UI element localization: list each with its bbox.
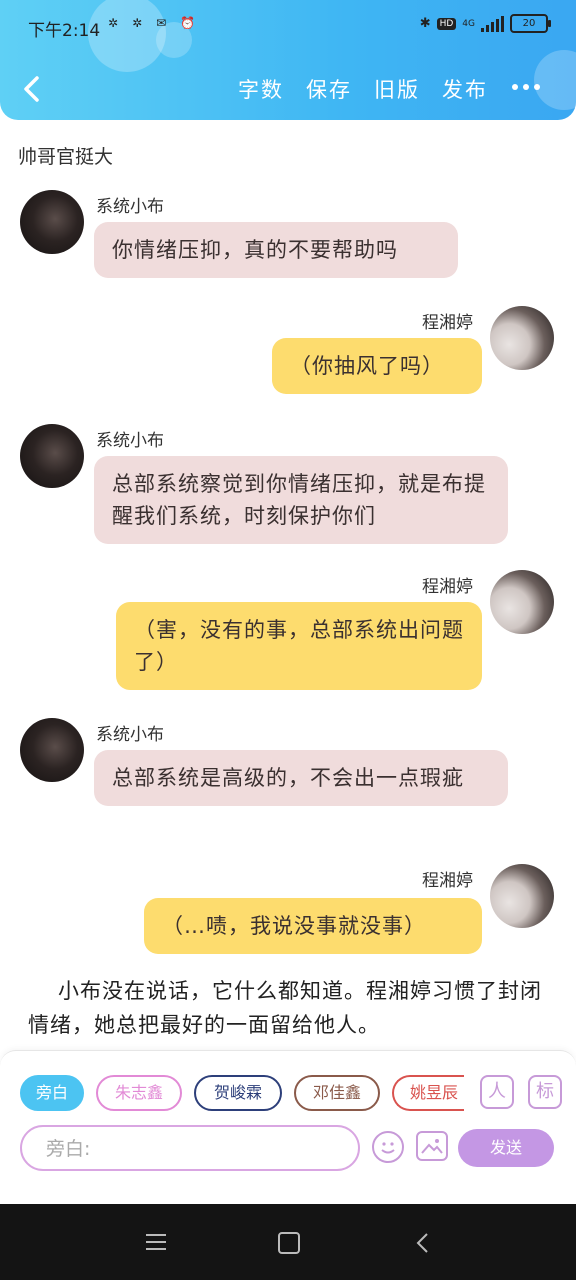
back-button[interactable]	[18, 74, 48, 104]
avatar[interactable]	[490, 570, 554, 634]
send-button[interactable]: 发送	[458, 1129, 554, 1167]
sender-name: 程湘婷	[422, 577, 473, 597]
menu-icon[interactable]	[146, 1234, 166, 1255]
chat-title: 帅哥官挺大	[18, 146, 114, 168]
narration-text[interactable]: 小布没在说话，它什么都知道。程湘婷习惯了封闭情绪，她总把最好的一面留给他人。	[28, 974, 548, 1042]
message-bubble[interactable]: 总部系统察觉到你情绪压抑，就是布提醒我们系统，时刻保护你们	[94, 456, 508, 544]
role-chip[interactable]: 邓佳鑫	[294, 1075, 380, 1111]
word-count-button[interactable]: 字数	[238, 74, 284, 104]
avatar[interactable]	[20, 190, 84, 254]
role-chip[interactable]: 贺峻霖	[194, 1075, 282, 1111]
status-bar: 下午2:14 ✲✲✉⏰ ✱ HD 4G 20	[0, 0, 576, 52]
composer-panel: 旁白 朱志鑫 贺峻霖 邓佳鑫 姚昱辰 人 标 发送	[0, 1050, 576, 1205]
avatar[interactable]	[20, 424, 84, 488]
message-bubble[interactable]: 总部系统是高级的，不会出一点瑕疵	[94, 750, 508, 806]
signal-icon	[481, 15, 504, 32]
role-chip-narrator[interactable]: 旁白	[20, 1075, 84, 1111]
message-bubble[interactable]: （你抽风了吗）	[272, 338, 482, 394]
settings-icon: ✲	[132, 16, 157, 30]
avatar[interactable]	[20, 718, 84, 782]
settings-icon: ✲	[108, 16, 133, 30]
publish-button[interactable]: 发布	[442, 74, 488, 104]
battery-icon: 20	[510, 14, 551, 33]
message-bubble[interactable]: （…啧，我说没事就没事）	[144, 898, 482, 954]
save-button[interactable]: 保存	[306, 74, 352, 104]
add-role-icon[interactable]: 人	[480, 1075, 514, 1109]
home-icon[interactable]	[278, 1232, 300, 1254]
sender-name: 系统小布	[96, 431, 164, 451]
decor-bubble	[534, 50, 576, 110]
status-right: ✱ HD 4G 20	[419, 14, 551, 33]
alarm-icon: ⏰	[180, 16, 210, 30]
network-label: 4G	[462, 18, 475, 29]
message-bubble[interactable]: 你情绪压抑，真的不要帮助吗	[94, 222, 458, 278]
sender-name: 系统小布	[96, 725, 164, 745]
role-chip[interactable]: 朱志鑫	[96, 1075, 182, 1111]
hd-badge: HD	[436, 17, 457, 30]
old-version-button[interactable]: 旧版	[374, 74, 420, 104]
more-options-button[interactable]	[512, 84, 540, 90]
sender-name: 系统小布	[96, 197, 164, 217]
avatar[interactable]	[490, 306, 554, 370]
tag-icon[interactable]: 标	[528, 1075, 562, 1109]
message-input[interactable]	[44, 1127, 348, 1171]
back-icon[interactable]	[414, 1232, 432, 1254]
notification-icons: ✲✲✉⏰	[108, 16, 209, 30]
bluetooth-icon: ✱	[419, 16, 431, 31]
system-nav-bar	[0, 1204, 576, 1280]
status-time: 下午2:14	[28, 21, 101, 41]
message-icon: ✉	[156, 16, 181, 30]
avatar[interactable]	[490, 864, 554, 928]
top-bar: 下午2:14 ✲✲✉⏰ ✱ HD 4G 20 字数 保存 旧版 发布	[0, 0, 576, 120]
sender-name: 程湘婷	[422, 871, 473, 891]
role-chip[interactable]: 姚昱辰	[392, 1075, 464, 1111]
header-toolbar: 字数 保存 旧版 发布	[238, 74, 488, 104]
image-icon[interactable]	[416, 1131, 448, 1161]
message-bubble[interactable]: （害，没有的事，总部系统出问题了）	[116, 602, 482, 690]
emoji-icon[interactable]	[372, 1131, 404, 1163]
chevron-left-icon	[24, 76, 39, 102]
message-input-box[interactable]	[20, 1125, 360, 1171]
sender-name: 程湘婷	[422, 313, 473, 333]
